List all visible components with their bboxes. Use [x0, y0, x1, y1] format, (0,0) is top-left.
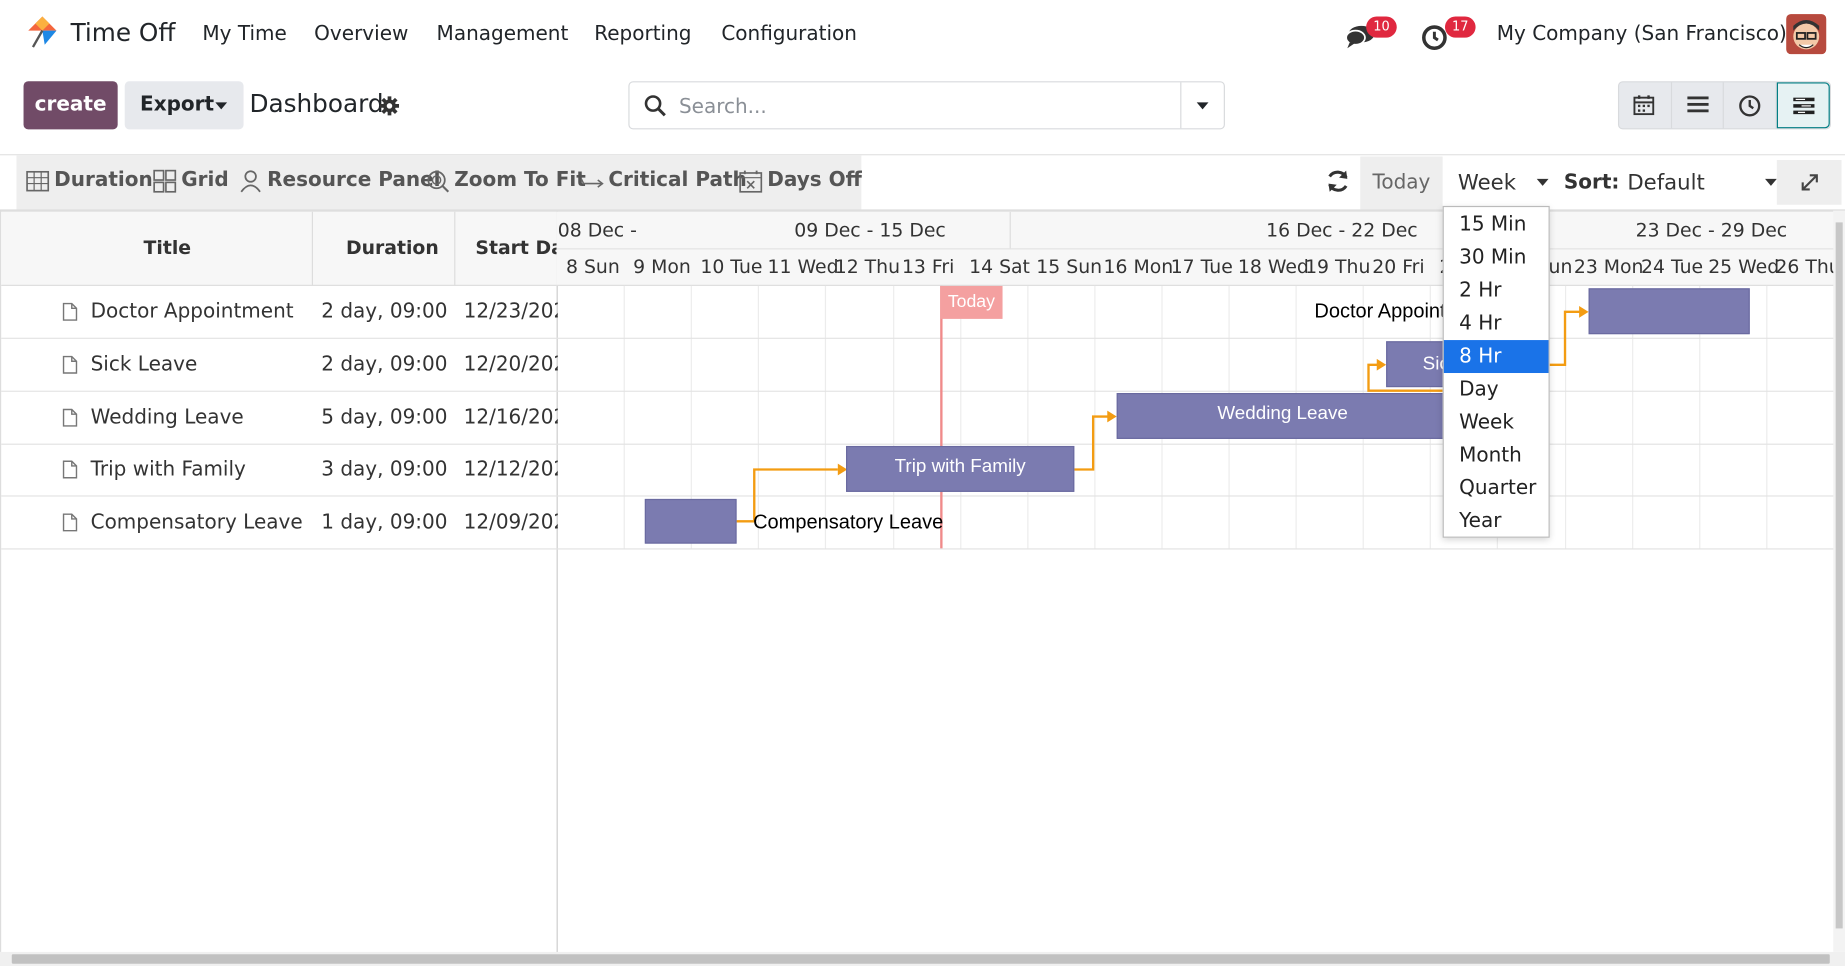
arrowhead-icon: [1579, 305, 1589, 318]
scale-option[interactable]: Day: [1444, 373, 1549, 406]
scale-option[interactable]: 8 Hr: [1443, 340, 1549, 374]
scale-option[interactable]: 2 Hr: [1444, 274, 1549, 307]
scroll-thumb[interactable]: [1835, 222, 1843, 929]
task-bar-doctor-appointment[interactable]: [1588, 288, 1750, 335]
scale-option[interactable]: Year: [1444, 505, 1549, 538]
scale-option[interactable]: 15 Min: [1444, 208, 1549, 241]
scale-option[interactable]: Week: [1444, 406, 1549, 439]
task-label-compensatory-leave: Compensatory Leave: [753, 510, 944, 534]
horizontal-scrollbar[interactable]: [0, 951, 1845, 966]
scroll-thumb[interactable]: [11, 954, 1830, 964]
link-trip-to-wedding: [1074, 415, 1109, 471]
scale-option[interactable]: 4 Hr: [1444, 307, 1549, 340]
task-bar-compensatory-leave[interactable]: [644, 498, 737, 544]
arrowhead-icon: [1107, 410, 1117, 423]
task-bar-wedding-leave[interactable]: Wedding Leave: [1116, 393, 1449, 439]
scale-option[interactable]: Quarter: [1444, 472, 1549, 505]
scale-option[interactable]: 30 Min: [1444, 241, 1549, 274]
app-root: Time Off My Time Overview Management Rep…: [0, 0, 1845, 966]
link-sick-to-doctor: [1548, 310, 1581, 366]
today-marker-label: Today: [940, 285, 1003, 319]
arrowhead-icon: [1376, 358, 1387, 371]
vertical-scrollbar[interactable]: [1833, 210, 1845, 952]
scale-option[interactable]: Month: [1444, 439, 1549, 472]
task-bar-trip-with-family[interactable]: Trip with Family: [846, 445, 1075, 492]
today-marker-line: [940, 285, 943, 549]
scale-dropdown-menu: 15 Min 30 Min 2 Hr 4 Hr 8 Hr Day Week Month Quar…: [1442, 205, 1550, 538]
